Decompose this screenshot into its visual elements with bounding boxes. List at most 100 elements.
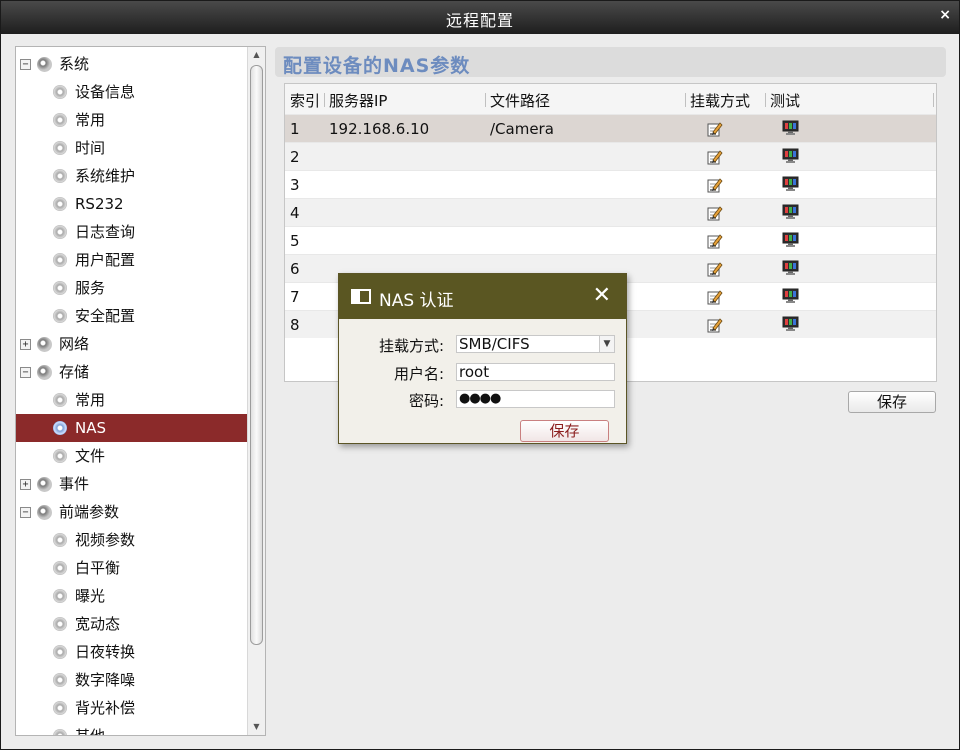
tree-item[interactable]: − 存储 [16,358,247,386]
tree-item-label: 网络 [59,335,90,353]
tree-item-label: RS232 [75,195,124,213]
tree-item[interactable]: 常用 [16,106,247,134]
edit-pencil-icon[interactable] [707,317,723,333]
table-row[interactable]: 4 [285,198,936,226]
username-label: 用户名: [393,365,444,383]
tree-item[interactable]: − 系统 [16,50,247,78]
tree-item[interactable]: − 前端参数 [16,498,247,526]
mount-type-value: SMB/CIFS [459,335,530,353]
header-index[interactable]: 索引 [290,90,320,111]
tree-item-label: 数字降噪 [75,671,136,689]
header-mount-type[interactable]: 挂载方式 [690,90,750,111]
tree-item[interactable]: 背光补偿 [16,694,247,722]
gear-icon [53,589,67,603]
tree-item[interactable]: 数字降噪 [16,666,247,694]
edit-pencil-icon[interactable] [707,289,723,305]
tree-item[interactable]: 曝光 [16,582,247,610]
tree-item[interactable]: 系统维护 [16,162,247,190]
table-row[interactable]: 2 [285,142,936,170]
header-separator [324,93,325,107]
tree-item-label: 日夜转换 [75,643,136,661]
monitor-test-icon[interactable] [782,148,799,164]
window-title: 远程配置 [445,11,514,30]
monitor-test-icon[interactable] [782,316,799,332]
dialog-save-button[interactable]: 保存 [520,420,609,442]
globe-gear-icon [37,337,52,352]
tree-item[interactable]: + 事件 [16,470,247,498]
collapse-icon[interactable]: − [20,507,31,518]
tree-item-label: 曝光 [75,587,106,605]
gear-icon [53,85,67,99]
tree-item[interactable]: 时间 [16,134,247,162]
expand-icon[interactable]: + [20,339,31,350]
tree-item[interactable]: 安全配置 [16,302,247,330]
globe-gear-icon [37,57,52,72]
header-test[interactable]: 测试 [770,90,800,111]
table-row[interactable]: 1 192.168.6.10/Camera [285,114,936,142]
edit-pencil-icon[interactable] [707,205,723,221]
header-separator [933,93,934,107]
edit-pencil-icon[interactable] [707,233,723,249]
collapse-icon[interactable]: − [20,59,31,70]
gear-icon [53,561,67,575]
edit-pencil-icon[interactable] [707,261,723,277]
save-button[interactable]: 保存 [848,391,936,413]
globe-gear-icon [37,477,52,492]
expand-icon[interactable]: + [20,479,31,490]
tree-item-label: 宽动态 [75,615,121,633]
tree-item[interactable]: 设备信息 [16,78,247,106]
tree-item[interactable]: 常用 [16,386,247,414]
monitor-test-icon[interactable] [782,204,799,220]
cell-index: 4 [290,204,300,222]
tree-item[interactable]: 白平衡 [16,554,247,582]
header-server-ip[interactable]: 服务器IP [329,90,387,111]
password-input[interactable]: ●●●● [456,390,615,408]
table-row[interactable]: 3 [285,170,936,198]
tree-item[interactable]: 视频参数 [16,526,247,554]
header-separator [765,93,766,107]
tree-item[interactable]: 服务 [16,274,247,302]
gear-icon [53,169,67,183]
scroll-thumb[interactable] [250,65,263,645]
collapse-icon[interactable]: − [20,367,31,378]
nas-auth-dialog: NAS 认证 ✕ 挂载方式: SMB/CIFS ▼ 用户名: root 密码: … [338,273,627,444]
mount-type-select[interactable]: SMB/CIFS ▼ [456,335,615,353]
username-input[interactable]: root [456,363,615,381]
tree-item-label: 安全配置 [75,307,136,325]
tree-item-label: 白平衡 [75,559,121,577]
edit-pencil-icon[interactable] [707,149,723,165]
tree-item[interactable]: 文件 [16,442,247,470]
tree-item[interactable]: 日夜转换 [16,638,247,666]
monitor-test-icon[interactable] [782,232,799,248]
scroll-down-arrow-icon[interactable]: ▼ [248,719,265,735]
chevron-down-icon[interactable]: ▼ [599,336,614,352]
tree-item[interactable]: NAS [16,414,247,442]
edit-pencil-icon[interactable] [707,177,723,193]
monitor-test-icon[interactable] [782,260,799,276]
config-tree: − 系统 设备信息 常用 时间 系统维护 RS232 日志查询 用户配置 服务 安全配置 + 网络 − 存储… [15,46,266,736]
tree-item[interactable]: 用户配置 [16,246,247,274]
table-row[interactable]: 5 [285,226,936,254]
tree-item[interactable]: + 网络 [16,330,247,358]
scroll-up-arrow-icon[interactable]: ▲ [248,47,265,63]
cell-index: 8 [290,316,300,334]
gear-icon [53,533,67,547]
monitor-test-icon[interactable] [782,120,799,136]
cell-server-ip: 192.168.6.10 [329,120,430,138]
tree-item[interactable]: 其他 [16,722,247,736]
header-file-path[interactable]: 文件路径 [490,90,550,111]
tree-scrollbar[interactable]: ▲ ▼ [247,47,265,735]
tree-item[interactable]: RS232 [16,190,247,218]
monitor-test-icon[interactable] [782,288,799,304]
globe-gear-icon [37,505,52,520]
tree-item[interactable]: 日志查询 [16,218,247,246]
cell-index: 6 [290,260,300,278]
dialog-close-icon[interactable]: ✕ [593,283,611,308]
tree-item[interactable]: 宽动态 [16,610,247,638]
table-header: 索引 服务器IP 文件路径 挂载方式 测试 [285,84,936,114]
window-close-button[interactable]: × [939,7,951,23]
edit-pencil-icon[interactable] [707,121,723,137]
tree-item-label: 其他 [75,727,106,736]
dialog-titlebar: NAS 认证 ✕ [339,274,626,319]
monitor-test-icon[interactable] [782,176,799,192]
